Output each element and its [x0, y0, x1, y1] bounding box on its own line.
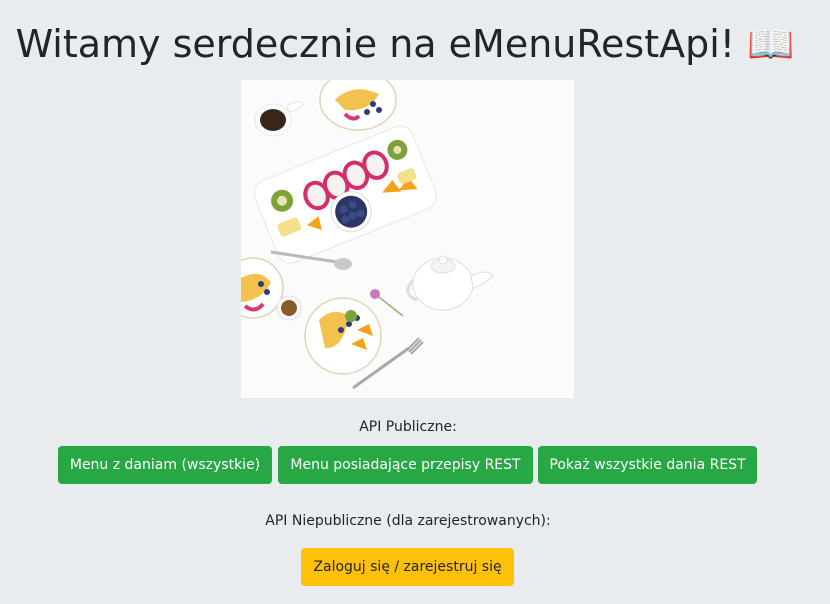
hero-food-image: [241, 80, 574, 398]
menu-with-recipes-button[interactable]: Menu posiadające przepisy REST: [278, 446, 533, 484]
welcome-page: Witamy serdecznie na eMenuRestApi! 📖 API…: [0, 0, 830, 604]
page-title: Witamy serdecznie na eMenuRestApi! 📖: [15, 22, 795, 66]
menu-with-dishes-button[interactable]: Menu z daniam (wszystkie): [58, 446, 272, 484]
public-api-label: API Publiczne:: [359, 419, 457, 435]
food-platter-photo: [241, 80, 574, 398]
private-api-label: API Niepubliczne (dla zarejestrowanych):: [265, 513, 551, 529]
show-all-dishes-button[interactable]: Pokaż wszystkie dania REST: [538, 446, 757, 484]
bottom-plate: [304, 297, 382, 375]
small-cup: [276, 295, 302, 321]
login-register-button[interactable]: Zaloguj się / zarejestruj się: [301, 548, 514, 586]
